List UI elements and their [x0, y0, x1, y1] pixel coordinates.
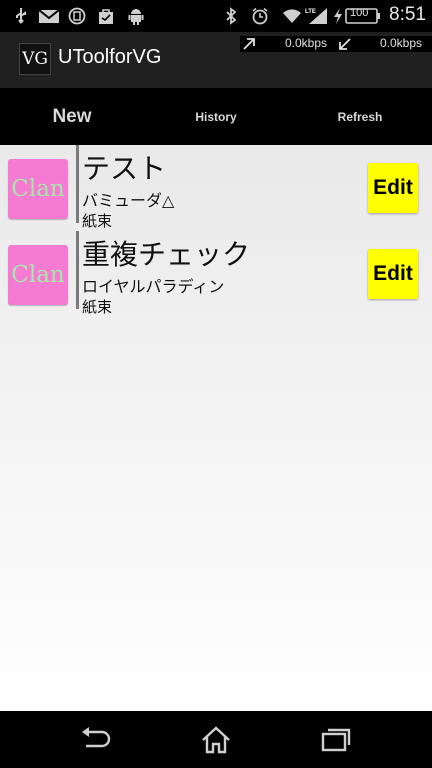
network-speed-meter: 0.0kbps 0.0kbps — [240, 36, 432, 52]
navigation-bar — [0, 711, 432, 768]
back-icon[interactable] — [80, 726, 112, 754]
download-arrow-icon — [339, 38, 351, 50]
notification-icon — [68, 7, 86, 25]
clan-badge: Clan — [8, 245, 68, 305]
bluetooth-icon — [226, 7, 237, 25]
deck-note: 紙束 — [82, 212, 113, 230]
divider — [76, 145, 79, 223]
home-icon[interactable] — [200, 726, 232, 754]
upload-arrow-icon — [243, 38, 255, 50]
tab-refresh[interactable]: Refresh — [288, 88, 432, 145]
app-logo: VG — [19, 43, 51, 75]
list-item[interactable]: Clan 重複チェック ロイヤルパラディン 紙束 Edit — [0, 231, 432, 317]
clan-badge: Clan — [8, 159, 68, 219]
deck-clan-name: バミューダ△ — [82, 191, 175, 210]
tab-history[interactable]: History — [144, 88, 288, 145]
svg-text:LTE: LTE — [305, 9, 316, 15]
wifi-icon — [283, 9, 301, 23]
charging-icon — [334, 8, 342, 24]
list-item[interactable]: Clan テスト バミューダ△ 紙束 Edit — [0, 145, 432, 231]
recent-apps-icon[interactable] — [320, 726, 352, 754]
battery-level: 100 — [350, 7, 369, 19]
edit-button[interactable]: Edit — [368, 249, 418, 299]
action-bar: VG UToolforVG 0.0kbps 0.0kbps — [0, 32, 432, 88]
clock: 8:51 — [389, 4, 426, 25]
usb-icon — [16, 8, 26, 24]
bag-icon — [99, 9, 113, 24]
edit-button[interactable]: Edit — [368, 163, 418, 213]
deck-note: 紙束 — [82, 298, 113, 316]
status-bar: LTE 100 8:51 — [0, 0, 432, 32]
android-icon — [128, 9, 144, 25]
app-title: UToolforVG — [58, 46, 162, 68]
alarm-icon — [252, 7, 268, 25]
deck-title: テスト — [82, 152, 167, 185]
download-speed: 0.0kbps — [380, 36, 423, 50]
divider — [76, 231, 79, 309]
gmail-icon — [38, 9, 60, 23]
deck-clan-name: ロイヤルパラディン — [82, 277, 225, 296]
signal-icon: LTE — [305, 8, 327, 24]
tab-bar: New History Refresh — [0, 88, 432, 145]
deck-list: Clan テスト バミューダ△ 紙束 Edit Clan 重複チェック ロイヤル… — [0, 145, 432, 711]
tab-new[interactable]: New — [0, 88, 144, 145]
deck-title: 重複チェック — [82, 238, 251, 271]
upload-speed: 0.0kbps — [285, 36, 328, 50]
